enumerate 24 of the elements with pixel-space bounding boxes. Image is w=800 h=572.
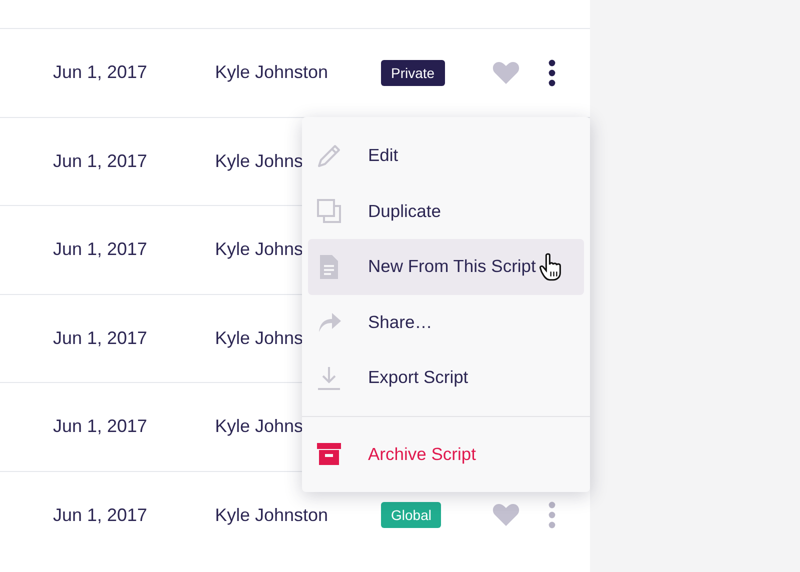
menu-item[interactable]: Share…: [308, 294, 584, 350]
date-cell-text: Jun 1, 2017: [53, 239, 148, 260]
menu-item[interactable]: Duplicate: [308, 184, 584, 239]
menu-item[interactable]: New From This Script: [308, 239, 584, 294]
date-cell-text: Jun 1, 2017: [53, 62, 148, 84]
date-cell-text: Jun 1, 2017: [53, 328, 148, 349]
author-cell: Kyle Johns: [215, 416, 304, 438]
menu-item[interactable]: Export Script: [308, 350, 584, 406]
more-options-icon[interactable]: [548, 58, 556, 87]
menu-item[interactable]: Archive Script: [308, 426, 584, 482]
author-cell: Kyle Johnston: [215, 504, 328, 526]
date-cell-text: Jun 1, 2017: [53, 416, 148, 438]
visibility-tag: Private: [381, 60, 445, 86]
heart-icon[interactable]: [492, 503, 520, 528]
date-cell-text: Jun 1, 2017: [53, 504, 148, 526]
author-cell: Kyle Johnston: [215, 62, 328, 84]
author-cell: Kyle Johns: [215, 239, 304, 260]
visibility-tag: Global: [381, 502, 442, 528]
date-cell-text: Jun 1, 2017: [53, 150, 148, 172]
author-cell: Kyle Johns: [215, 150, 304, 172]
author-cell: Kyle Johns: [215, 328, 304, 349]
copy-icon: [315, 197, 343, 226]
menu-item[interactable]: Edit: [308, 128, 584, 184]
heart-icon[interactable]: [492, 60, 520, 85]
